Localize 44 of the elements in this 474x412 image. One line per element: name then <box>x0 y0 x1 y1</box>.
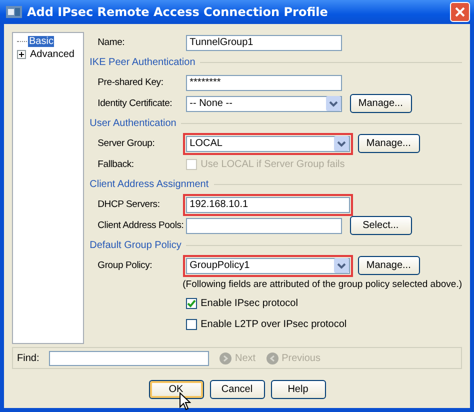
side-button[interactable]: Manage... <box>350 94 412 113</box>
find-field[interactable] <box>49 350 209 366</box>
checkbox-label: Use LOCAL if Server Group fails <box>200 159 345 170</box>
dialog-button[interactable]: Cancel <box>210 380 264 399</box>
section-title: User Authentication <box>90 118 176 129</box>
dropdown[interactable]: -- None -- <box>186 96 342 112</box>
field-label: Group Policy: <box>98 260 154 271</box>
dialog-button[interactable]: OK <box>148 380 204 399</box>
side-button[interactable]: Select... <box>350 216 412 235</box>
previous-icon <box>266 352 279 364</box>
text-field[interactable]: 192.168.10.1 <box>186 196 350 212</box>
checkbox[interactable] <box>186 298 197 309</box>
close-icon <box>455 7 465 17</box>
mouse-pointer-icon <box>179 392 191 411</box>
section-title: Client Address Assignment <box>90 179 209 190</box>
dropdown[interactable]: GroupPolicy1 <box>186 258 350 274</box>
checkbox-label: Enable IPsec protocol <box>200 298 298 309</box>
close-button[interactable] <box>450 2 470 22</box>
field-label: Identity Certificate: <box>98 98 174 109</box>
side-button[interactable]: Manage... <box>358 256 420 275</box>
field-label: Pre-shared Key: <box>98 77 164 88</box>
field-label: Server Group: <box>98 138 156 149</box>
checkbox[interactable] <box>186 319 197 330</box>
section-title: Default Group Policy <box>90 240 182 251</box>
side-button[interactable]: Manage... <box>358 134 420 153</box>
field-label: Name: <box>98 37 126 48</box>
expand-icon[interactable] <box>17 50 26 59</box>
field-label: Fallback: <box>98 159 134 170</box>
note-text: (Following fields are attributed of the group policy selected above.) <box>182 279 462 290</box>
text-field[interactable]: ******** <box>186 74 342 90</box>
next-icon <box>219 352 232 364</box>
field-label: Client Address Pools: <box>98 220 185 231</box>
field-label: DHCP Servers: <box>98 199 161 210</box>
section-title: IKE Peer Authentication <box>90 57 196 68</box>
tree-item[interactable]: Basic <box>28 36 54 47</box>
checkbox-label: Enable L2TP over IPsec protocol <box>200 319 347 330</box>
text-field[interactable] <box>186 218 342 234</box>
tree-item[interactable]: Advanced <box>29 49 76 60</box>
dropdown[interactable]: LOCAL <box>186 136 350 152</box>
find-label: Find: <box>17 352 40 364</box>
dialog-button[interactable]: Help <box>270 380 326 399</box>
window-icon <box>6 5 22 19</box>
text-field[interactable]: TunnelGroup1 <box>186 34 342 50</box>
window-title: Add IPsec Remote Access Connection Profile <box>27 5 329 19</box>
